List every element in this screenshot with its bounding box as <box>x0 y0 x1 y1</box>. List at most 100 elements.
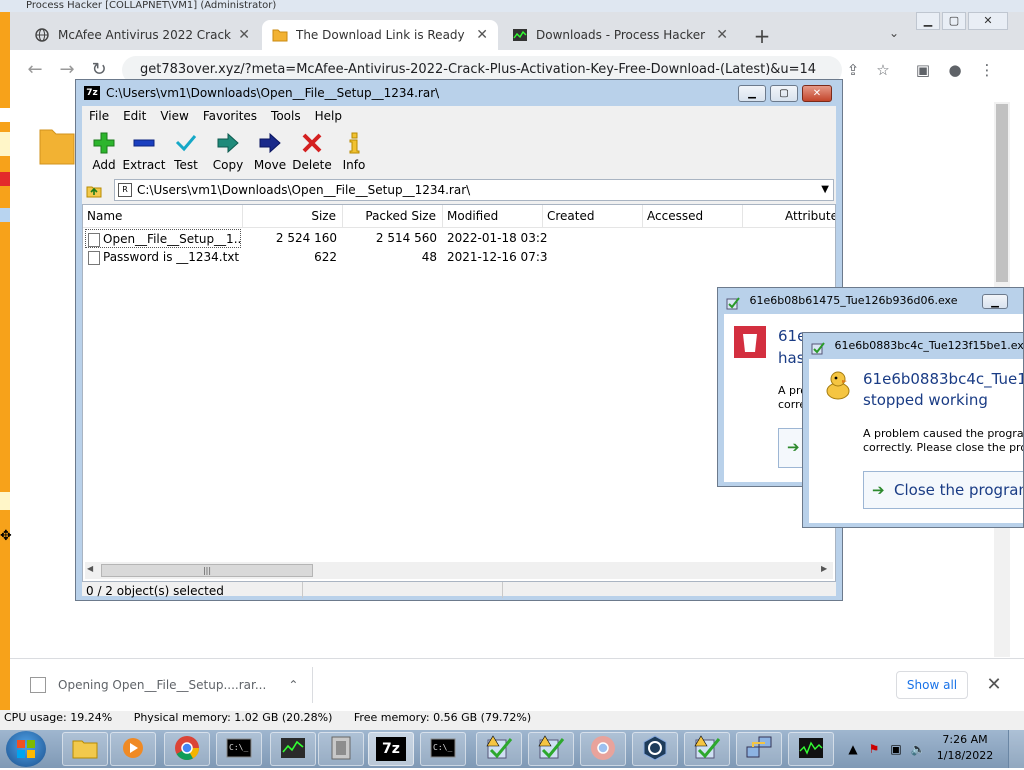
table-row[interactable]: Password is __1234.txt 622 48 2021-12-16… <box>83 248 836 267</box>
hexagon-app-taskbar-button[interactable] <box>632 732 678 766</box>
horizontal-scrollbar[interactable]: ◀ ||| ▶ <box>85 562 833 579</box>
column-packed-size[interactable]: Packed Size <box>343 205 443 227</box>
forward-icon[interactable]: → <box>56 60 78 80</box>
minimize-button[interactable]: ▁ <box>916 12 940 30</box>
minimize-button[interactable]: ▁ <box>982 294 1008 309</box>
start-button[interactable] <box>6 731 46 767</box>
close-icon[interactable]: ✕ <box>238 27 250 43</box>
volume-icon[interactable]: 🔈 <box>910 741 926 757</box>
move-button[interactable]: Move <box>248 128 292 176</box>
delete-button[interactable]: Delete <box>290 128 334 176</box>
row-packed: 2 514 560 <box>343 229 443 248</box>
explorer-taskbar-button[interactable] <box>62 732 108 766</box>
close-program-button[interactable]: ➔ Close the program <box>863 471 1024 509</box>
row-name: Open__File__Setup__1... <box>85 229 241 248</box>
dialog-title: 61e6b08b61475_Tue126b936d06.exe ▁ <box>726 288 1024 314</box>
scroll-right-icon[interactable]: ▶ <box>821 564 827 573</box>
menu-favorites[interactable]: Favorites <box>196 106 264 126</box>
installer-taskbar-button-2[interactable] <box>528 732 574 766</box>
profile-avatar-icon[interactable]: ● <box>944 60 966 80</box>
add-button[interactable]: Add <box>82 128 126 176</box>
strip-mark <box>0 208 10 222</box>
chrome-taskbar-button[interactable] <box>164 732 210 766</box>
show-desktop-button[interactable] <box>1008 730 1024 768</box>
page-scroll-thumb[interactable] <box>996 104 1008 282</box>
menu-kebab-icon[interactable]: ⋮ <box>976 60 998 80</box>
dialog-desc-line2: correctly. Please close the prog <box>863 441 1024 455</box>
column-size[interactable]: Size <box>243 205 343 227</box>
menu-help[interactable]: Help <box>308 106 349 126</box>
minimize-button[interactable]: ▁ <box>738 85 766 102</box>
copy-button[interactable]: Copy <box>206 128 250 176</box>
media-player-taskbar-button[interactable] <box>110 732 156 766</box>
tab-label: Downloads - Process Hacker <box>536 28 710 42</box>
menu-view[interactable]: View <box>153 106 195 126</box>
info-icon <box>332 128 376 154</box>
path-input[interactable]: R C:\Users\vm1\Downloads\Open__File__Set… <box>114 179 834 201</box>
strip-mark <box>0 172 10 186</box>
chrome-taskbar-button-2[interactable] <box>580 732 626 766</box>
network-tray-icon[interactable]: ▣ <box>888 741 904 757</box>
delete-x-icon <box>290 128 334 154</box>
bookmark-star-icon[interactable]: ☆ <box>872 60 894 80</box>
clock-time: 7:26 AM <box>930 732 1000 748</box>
column-created[interactable]: Created <box>543 205 643 227</box>
tab-download-link[interactable]: The Download Link is Ready ✕ <box>262 20 498 50</box>
path-text: C:\Users\vm1\Downloads\Open__File__Setup… <box>137 183 470 197</box>
error-dialog-front: 61e6b0883bc4c_Tue123f15be1.exe 61e6b0883… <box>802 332 1024 528</box>
scroll-thumb[interactable]: ||| <box>101 564 313 577</box>
action-center-icon[interactable]: ⚑ <box>866 741 882 757</box>
dropdown-arrow-icon[interactable]: ▼ <box>821 180 829 200</box>
close-window-button[interactable]: ✕ <box>968 12 1008 30</box>
cmd-taskbar-button-2[interactable]: C:\_ <box>420 732 466 766</box>
exe-file-icon <box>88 233 100 247</box>
folder-up-icon[interactable] <box>86 182 102 198</box>
7zip-taskbar-button[interactable]: 7z <box>368 732 414 766</box>
reload-icon[interactable]: ↻ <box>88 60 110 80</box>
menu-edit[interactable]: Edit <box>116 106 153 126</box>
new-tab-button[interactable]: + <box>750 24 774 48</box>
resource-monitor-taskbar-button[interactable] <box>788 732 834 766</box>
archive-taskbar-button[interactable] <box>318 732 364 766</box>
column-name[interactable]: Name <box>83 205 243 227</box>
info-button[interactable]: Info <box>332 128 376 176</box>
installer-taskbar-button-3[interactable] <box>684 732 730 766</box>
tray-expand-icon[interactable]: ▲ <box>845 741 861 757</box>
menu-file[interactable]: File <box>82 106 116 126</box>
tool-label: Add <box>82 158 126 172</box>
tab-mcafee[interactable]: McAfee Antivirus 2022 Crack Plus ✕ <box>24 20 260 50</box>
selection-status: 0 / 2 object(s) selected <box>86 584 224 598</box>
column-attribute[interactable]: Attribute <box>743 205 835 227</box>
menu-tools[interactable]: Tools <box>264 106 308 126</box>
close-window-button[interactable]: ✕ <box>802 85 832 102</box>
maximize-button[interactable]: ▢ <box>770 85 798 102</box>
system-clock[interactable]: 7:26 AM 1/18/2022 <box>930 732 1000 766</box>
tab-search-icon[interactable]: ⌄ <box>884 26 904 46</box>
side-panel-icon[interactable]: ▣ <box>912 60 934 80</box>
chevron-up-icon[interactable]: ⌃ <box>288 678 298 692</box>
download-bar-close-button[interactable]: ✕ <box>982 671 1006 699</box>
cmd-taskbar-button[interactable]: C:\_ <box>216 732 262 766</box>
test-button[interactable]: Test <box>164 128 208 176</box>
installer-taskbar-button[interactable] <box>476 732 522 766</box>
tool-label: Copy <box>206 158 250 172</box>
process-hacker-taskbar-button[interactable] <box>270 732 316 766</box>
maximize-button[interactable]: ▢ <box>942 12 966 30</box>
share-icon[interactable]: ⇪ <box>842 60 864 80</box>
network-taskbar-button[interactable] <box>736 732 782 766</box>
svg-text:C:\_: C:\_ <box>229 743 248 752</box>
close-icon[interactable]: ✕ <box>476 27 488 43</box>
scroll-left-icon[interactable]: ◀ <box>87 564 93 573</box>
table-row[interactable]: Open__File__Setup__1... 2 524 160 2 514 … <box>83 229 836 248</box>
back-icon[interactable]: ← <box>24 60 46 80</box>
extract-button[interactable]: Extract <box>122 128 166 176</box>
download-item[interactable]: Opening Open__File__Setup....rar... ⌃ <box>30 667 313 703</box>
column-accessed[interactable]: Accessed <box>643 205 743 227</box>
clock-date: 1/18/2022 <box>930 748 1000 764</box>
process-hacker-icon <box>512 27 528 43</box>
show-all-button[interactable]: Show all <box>896 671 968 699</box>
file-name: Password is __1234.txt <box>103 250 239 264</box>
column-modified[interactable]: Modified <box>443 205 543 227</box>
close-icon[interactable]: ✕ <box>716 27 728 43</box>
tab-process-hacker[interactable]: Downloads - Process Hacker ✕ <box>502 20 738 50</box>
